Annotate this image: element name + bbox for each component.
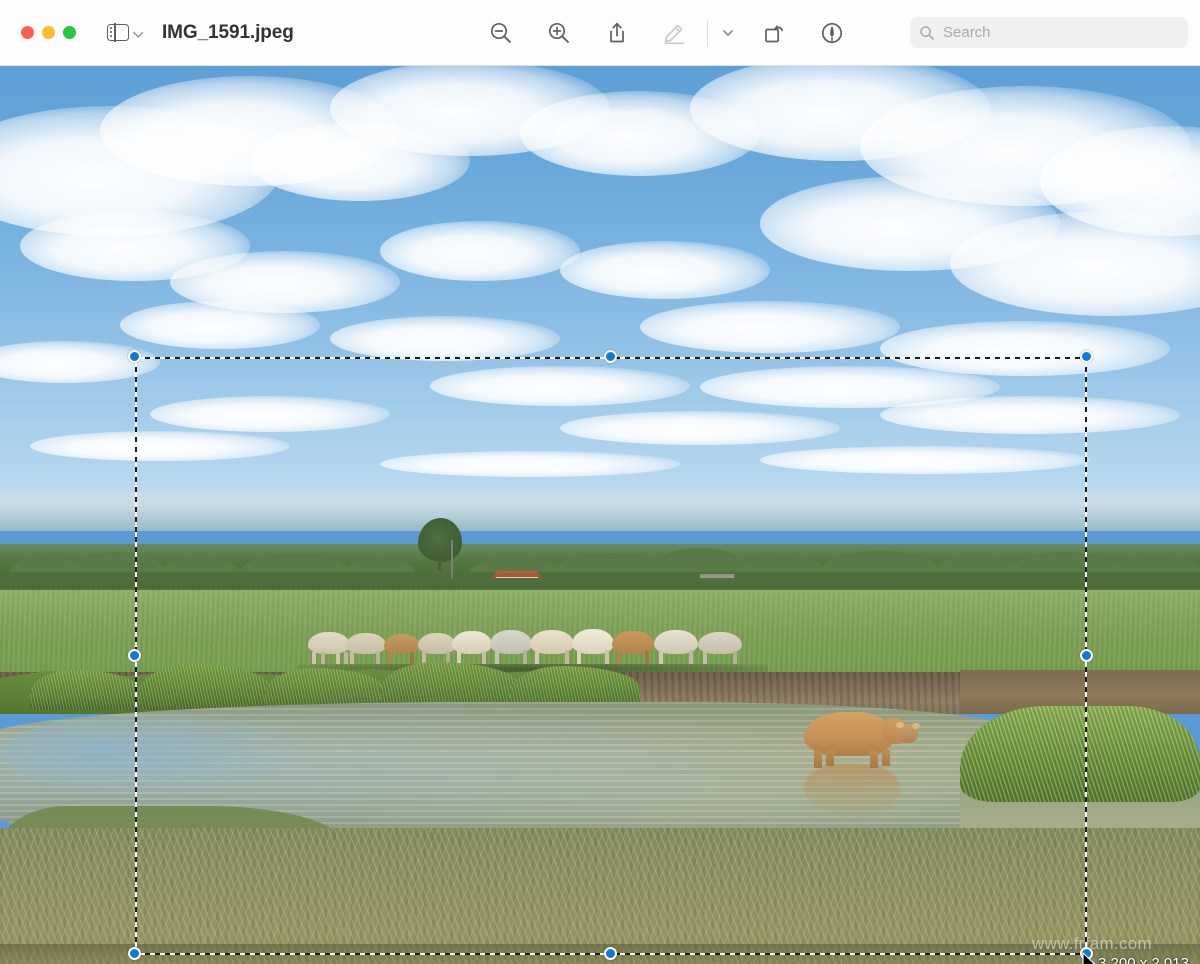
- tree-trunk: [438, 554, 441, 570]
- crop-handle-top-right[interactable]: [1080, 350, 1093, 363]
- horizon-haze: [0, 491, 1200, 531]
- search-field[interactable]: Search: [910, 17, 1188, 48]
- cow-leg: [826, 750, 834, 766]
- share-arrow-up-icon: [604, 20, 630, 46]
- cow: [572, 606, 614, 664]
- circle-pen-icon: [819, 20, 845, 46]
- crop-handle-bottom-center[interactable]: [604, 947, 617, 960]
- sidebar-icon-dots: [110, 27, 112, 37]
- magnifier-plus-icon: [546, 20, 572, 46]
- cow: [654, 608, 698, 664]
- toolbar: [472, 13, 861, 53]
- search-icon: [919, 25, 935, 41]
- cow-reflection: [804, 764, 900, 816]
- annotate-button[interactable]: [803, 13, 861, 53]
- cow-ear: [912, 723, 920, 729]
- magnifier-minus-icon: [488, 20, 514, 46]
- cow-leg: [882, 750, 890, 766]
- image-canvas[interactable]: www.frfam.com 3,200 x 2,013: [0, 66, 1200, 964]
- sidebar-toggle-group[interactable]: [107, 24, 143, 41]
- telephone-pole: [451, 540, 453, 583]
- share-button[interactable]: [588, 13, 646, 53]
- crop-handle-middle-left[interactable]: [128, 649, 141, 662]
- cow: [308, 612, 350, 664]
- cow: [698, 612, 742, 664]
- titlebar: IMG_1591.jpeg: [0, 0, 1200, 66]
- cow-ear: [896, 722, 904, 728]
- rotate-square-icon: [761, 20, 787, 46]
- cow: [346, 614, 386, 664]
- crop-handle-top-center[interactable]: [604, 350, 617, 363]
- search-input-placeholder: Search: [943, 24, 991, 41]
- chevron-down-icon: [720, 25, 736, 41]
- page-title: IMG_1591.jpeg: [162, 22, 294, 44]
- cow: [530, 608, 574, 664]
- treeline-canopy: [0, 542, 1200, 572]
- cow-leg: [870, 750, 878, 768]
- cow: [490, 608, 532, 664]
- rotate-button[interactable]: [745, 13, 803, 53]
- foreground-shadow-band: [0, 944, 1200, 964]
- reed-clump-right: [960, 706, 1200, 802]
- markup-options-button[interactable]: [711, 13, 745, 53]
- pencil-underline-icon: [661, 20, 689, 46]
- cow: [384, 616, 420, 664]
- preview-window: IMG_1591.jpeg: [0, 0, 1200, 964]
- cow: [418, 614, 456, 664]
- maximize-window-button[interactable]: [63, 26, 76, 39]
- markup-button[interactable]: [646, 13, 704, 53]
- window-controls: [21, 26, 76, 39]
- cow-leg: [814, 750, 822, 768]
- chevron-down-icon[interactable]: [134, 28, 143, 37]
- crop-handle-top-left[interactable]: [128, 350, 141, 363]
- minimize-window-button[interactable]: [42, 26, 55, 39]
- cow-in-water: [800, 702, 920, 782]
- sky-region: [0, 66, 1200, 506]
- cow: [452, 610, 492, 664]
- toolbar-divider: [707, 20, 708, 46]
- crop-handle-bottom-left[interactable]: [128, 947, 141, 960]
- pond-sky-reflection: [0, 714, 300, 794]
- cow: [612, 610, 654, 664]
- zoom-out-button[interactable]: [472, 13, 530, 53]
- close-window-button[interactable]: [21, 26, 34, 39]
- crop-handle-middle-right[interactable]: [1080, 649, 1093, 662]
- crop-handle-bottom-right[interactable]: [1080, 947, 1093, 960]
- sidebar-icon[interactable]: [107, 24, 129, 41]
- cattle-herd: [300, 606, 770, 678]
- zoom-in-button[interactable]: [530, 13, 588, 53]
